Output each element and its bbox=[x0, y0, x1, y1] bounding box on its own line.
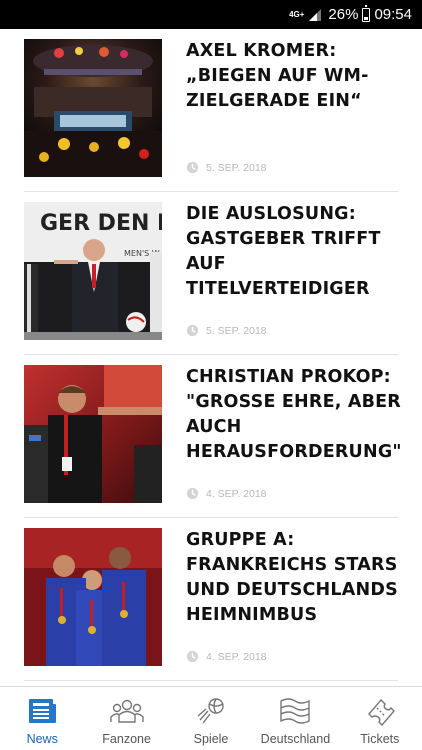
bottom-navigation: News Fanzone Spiele Deutschland Tickets bbox=[0, 686, 422, 750]
clock-icon bbox=[186, 324, 199, 337]
nav-spiele[interactable]: Spiele bbox=[169, 687, 253, 750]
news-list[interactable]: AXEL KROMER: „BIEGEN AUF WM-ZIELGERADE E… bbox=[0, 29, 422, 686]
network-indicator: 4G+ bbox=[289, 9, 305, 19]
news-item[interactable]: CHRISTIAN PROKOP: "GROSSE EHRE, ABER AUC… bbox=[0, 355, 422, 518]
newspaper-icon bbox=[29, 699, 57, 723]
clock-icon bbox=[186, 487, 199, 500]
article-image[interactable] bbox=[24, 365, 162, 503]
flag-icon bbox=[280, 698, 311, 724]
article-headline[interactable]: AXEL KROMER: „BIEGEN AUF WM-ZIELGERADE E… bbox=[186, 39, 406, 114]
nav-label: Fanzone bbox=[102, 732, 151, 746]
nav-news[interactable]: News bbox=[0, 687, 84, 750]
nav-fanzone[interactable]: Fanzone bbox=[84, 687, 168, 750]
news-item[interactable]: AXEL KROMER: „BIEGEN AUF WM-ZIELGERADE E… bbox=[0, 29, 422, 192]
article-image[interactable] bbox=[24, 39, 162, 177]
article-meta: 4. SEP. 2018 bbox=[186, 650, 267, 663]
article-date: 4. SEP. 2018 bbox=[206, 650, 267, 663]
article-headline[interactable]: GRUPPE A: FRANKREICHS STARS UND DEUTSCHL… bbox=[186, 528, 406, 628]
clock-time: 09:54 bbox=[374, 6, 412, 23]
signal-icon bbox=[309, 8, 322, 21]
article-headline[interactable]: DIE AUSLOSUNG: GASTGEBER TRIFFT AUF TITE… bbox=[186, 202, 406, 302]
group-icon bbox=[109, 699, 144, 723]
article-meta: 5. SEP. 2018 bbox=[186, 161, 267, 174]
article-image[interactable]: GER DEN HAND MEN'S W bbox=[24, 202, 162, 340]
divider bbox=[24, 680, 398, 681]
clock-icon bbox=[186, 161, 199, 174]
article-image[interactable] bbox=[24, 528, 162, 666]
article-headline[interactable]: CHRISTIAN PROKOP: "GROSSE EHRE, ABER AUC… bbox=[186, 365, 406, 465]
news-item[interactable]: GER DEN HAND MEN'S W DIE AUSLOSUNG: GAST… bbox=[0, 192, 422, 355]
status-bar: 4G+ 26% 09:54 bbox=[0, 0, 422, 29]
image-banner-text: GER DEN HAND bbox=[40, 211, 162, 236]
nav-label: Deutschland bbox=[260, 732, 331, 746]
nav-deutschland[interactable]: Deutschland bbox=[253, 687, 337, 750]
news-item[interactable]: GRUPPE A: FRANKREICHS STARS UND DEUTSCHL… bbox=[0, 518, 422, 681]
handball-icon bbox=[197, 698, 224, 724]
nav-label: Spiele bbox=[193, 732, 229, 746]
clock-icon bbox=[186, 650, 199, 663]
ticket-icon bbox=[367, 698, 395, 726]
article-date: 5. SEP. 2018 bbox=[206, 324, 267, 337]
nav-tickets[interactable]: Tickets bbox=[338, 687, 422, 750]
article-date: 5. SEP. 2018 bbox=[206, 161, 267, 174]
article-meta: 4. SEP. 2018 bbox=[186, 487, 267, 500]
battery-icon bbox=[362, 4, 371, 22]
article-meta: 5. SEP. 2018 bbox=[186, 324, 267, 337]
nav-label: News bbox=[26, 732, 58, 746]
battery-percentage: 26% bbox=[328, 6, 359, 23]
article-date: 4. SEP. 2018 bbox=[206, 487, 267, 500]
nav-label: Tickets bbox=[360, 732, 400, 746]
